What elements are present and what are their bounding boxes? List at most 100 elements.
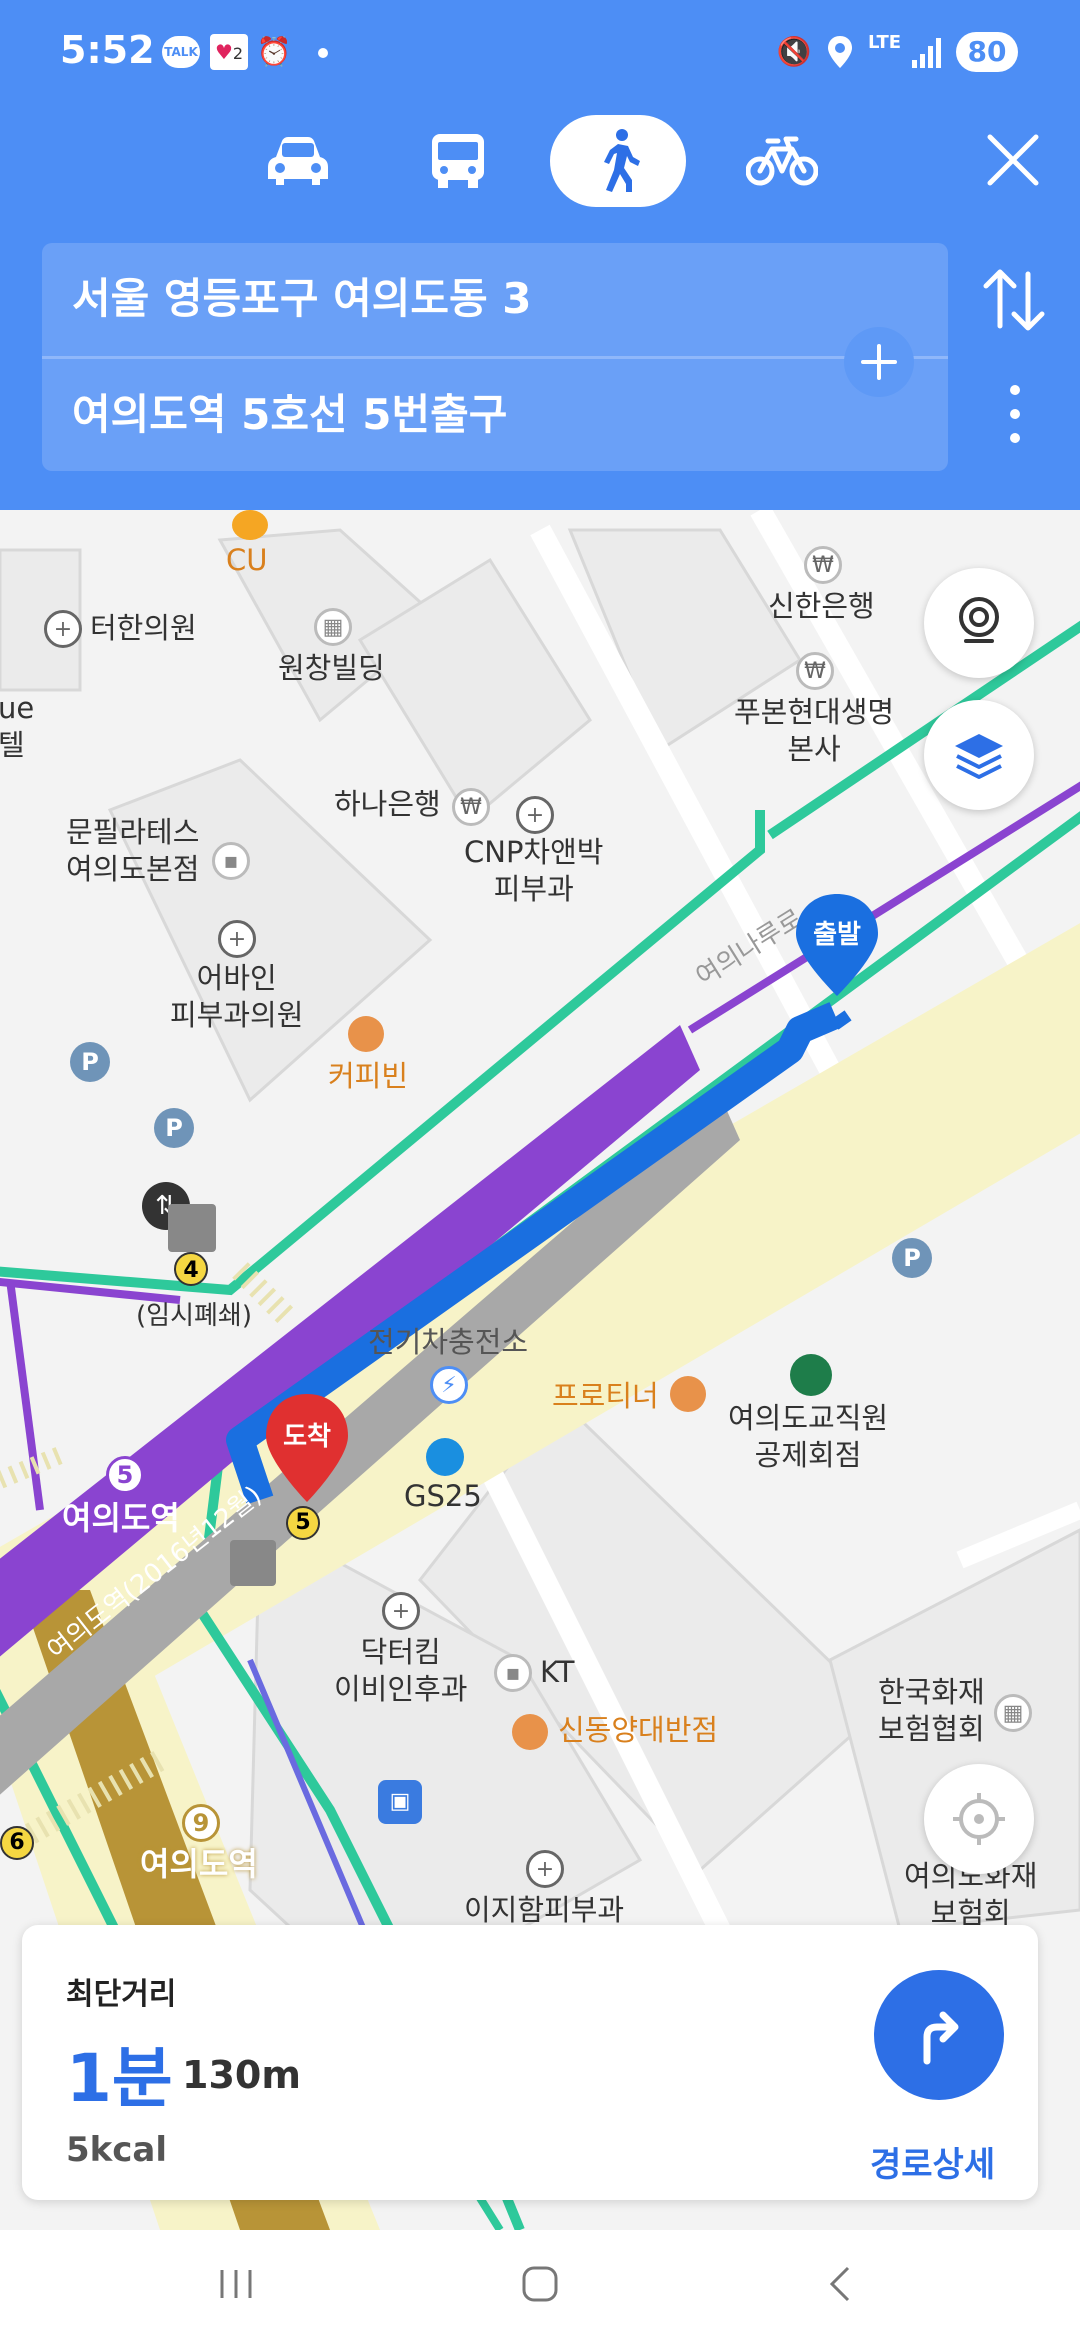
bicycle-mode-button[interactable] — [714, 115, 850, 207]
poi-fubon[interactable]: 푸본현대생명 본사 — [734, 694, 894, 768]
more-options-button[interactable] — [1000, 380, 1030, 450]
poi-pilates[interactable]: 문필라테스 여의도본점 — [66, 814, 199, 888]
street-view-button[interactable] — [924, 568, 1034, 678]
building-icon[interactable]: ▦ — [314, 608, 352, 646]
heart-notification-icon: ♥2 — [210, 34, 248, 70]
route-calories: 5kcal — [66, 2130, 168, 2170]
restaurant-icon[interactable] — [512, 1714, 548, 1750]
poi-sindong[interactable]: 신동양대반점 — [558, 1712, 718, 1749]
signal-icon — [910, 36, 944, 74]
bank-icon[interactable]: ₩ — [804, 546, 842, 584]
current-location-button[interactable] — [924, 1764, 1034, 1874]
poi-cu[interactable]: CU — [226, 542, 267, 579]
transport-mode-bar — [0, 115, 1080, 215]
poi-abain[interactable]: 어바인 피부과의원 — [170, 960, 303, 1034]
building-icon[interactable]: ▦ — [994, 1694, 1032, 1732]
walk-mode-button[interactable] — [550, 115, 686, 207]
status-time: 5:52 — [60, 28, 155, 72]
crosshair-icon — [953, 1793, 1005, 1845]
line5-badge[interactable]: 5 — [106, 1456, 144, 1494]
parking-icon[interactable]: P — [154, 1108, 194, 1148]
place-icon[interactable]: ▪ — [494, 1654, 532, 1692]
plus-icon — [861, 344, 897, 380]
swap-route-button[interactable] — [980, 264, 1048, 336]
mute-icon: 🔇 — [776, 35, 812, 68]
car-icon — [268, 137, 328, 185]
exit-5-badge[interactable]: 5 — [286, 1506, 320, 1540]
car-mode-button[interactable] — [230, 115, 366, 207]
status-bar: 5:52 TALK ♥2 ⏰ 🔇 LTE 80 — [0, 0, 1080, 100]
poi-left-edge: ue 텔 — [0, 691, 35, 762]
cu-store-icon[interactable] — [232, 510, 268, 540]
hospital-icon[interactable]: + — [218, 920, 256, 958]
poi-shinhan[interactable]: 신한은행 — [768, 588, 875, 625]
poi-cnp[interactable]: CNP차앤박 피부과 — [464, 834, 603, 908]
station-yeouido-line9[interactable]: 여의도역 — [140, 1846, 258, 1883]
dot-icon — [318, 48, 328, 58]
end-marker[interactable]: 도착 — [262, 1390, 352, 1506]
hospital-icon[interactable]: + — [526, 1850, 564, 1888]
talk-icon: TALK — [162, 36, 200, 68]
poi-gs25[interactable]: GS25 — [404, 1478, 482, 1515]
coffee-icon[interactable] — [348, 1016, 384, 1052]
close-button[interactable] — [978, 125, 1048, 195]
bus-stop-icon[interactable]: ▣ — [378, 1780, 422, 1824]
poi-teachers-credit[interactable]: 여의도교직원 공제회점 — [728, 1400, 888, 1474]
station-yeouido-line5[interactable]: 여의도역 — [62, 1500, 180, 1537]
hospital-icon[interactable]: + — [382, 1592, 420, 1630]
layers-button[interactable] — [924, 700, 1034, 810]
line9-badge[interactable]: 9 — [182, 1804, 220, 1842]
poi-hana[interactable]: 하나은행 — [334, 786, 441, 823]
route-summary-card[interactable]: 최단거리 1분 130m 5kcal 경로상세 — [22, 1925, 1038, 2200]
restaurant-icon[interactable] — [670, 1376, 706, 1412]
escalator-icon[interactable] — [168, 1204, 216, 1252]
add-waypoint-button[interactable] — [844, 327, 914, 397]
bank-icon[interactable]: ₩ — [796, 652, 834, 690]
poi-kt[interactable]: KT — [540, 1654, 574, 1691]
camera-360-icon — [959, 597, 999, 643]
bus-mode-button[interactable] — [390, 115, 526, 207]
parking-icon[interactable]: P — [892, 1238, 932, 1278]
alarm-icon: ⏰ — [256, 35, 292, 68]
turn-right-arrow-icon — [923, 2011, 959, 2065]
place-icon[interactable]: ▪ — [212, 842, 250, 880]
layers-icon — [955, 734, 1003, 779]
start-marker[interactable]: 출발 — [792, 890, 882, 1000]
exit-6-badge[interactable]: 6 — [0, 1826, 34, 1860]
poi-protini[interactable]: 프로티너 — [552, 1378, 659, 1415]
start-marker-label: 출발 — [813, 920, 861, 950]
poi-clinic[interactable]: 터한의원 — [90, 610, 197, 647]
home-icon — [522, 2266, 558, 2302]
route-distance: 130m — [182, 2053, 301, 2097]
bank-icon[interactable]: ₩ — [452, 788, 490, 826]
hospital-icon[interactable]: + — [44, 610, 82, 648]
poi-wonchang[interactable]: 원창빌딩 — [278, 650, 385, 687]
destination-field[interactable]: 여의도역 5호선 5번출구 — [72, 359, 872, 471]
exit-4-badge[interactable]: 4 — [174, 1252, 208, 1286]
origin-field[interactable]: 서울 영등포구 여의도동 3 — [72, 243, 872, 355]
location-icon — [822, 34, 858, 70]
ev-charging-icon[interactable]: ⚡ — [430, 1366, 468, 1404]
bicycle-icon — [746, 136, 818, 186]
poi-coffeebean[interactable]: 커피빈 — [328, 1058, 408, 1095]
header: 5:52 TALK ♥2 ⏰ 🔇 LTE 80 서울 영등포구 여의도동 3 여… — [0, 0, 1080, 510]
hospital-icon[interactable]: + — [516, 796, 554, 834]
back-button[interactable] — [826, 2264, 856, 2308]
poi-ev-charging[interactable]: 전기차충전소 — [368, 1324, 528, 1361]
gs25-icon[interactable] — [426, 1438, 464, 1476]
back-icon — [829, 2266, 850, 2302]
bus-icon — [432, 134, 484, 188]
parking-icon[interactable]: P — [70, 1042, 110, 1082]
system-nav-bar — [0, 2230, 1080, 2340]
escalator-icon[interactable] — [230, 1540, 276, 1586]
recent-apps-button[interactable] — [216, 2266, 256, 2306]
poi-ijiham[interactable]: 이지함피부과 — [464, 1892, 624, 1929]
starbucks-icon[interactable] — [790, 1354, 832, 1396]
route-detail-button[interactable] — [874, 1970, 1004, 2100]
poi-insurance[interactable]: 한국화재 보험협회 — [878, 1674, 985, 1748]
home-button[interactable] — [520, 2264, 560, 2308]
walk-icon — [604, 129, 640, 192]
route-detail-label[interactable]: 경로상세 — [870, 2137, 995, 2186]
battery-icon: 80 — [956, 32, 1018, 72]
poi-doctorkim[interactable]: 닥터킴 이비인후과 — [334, 1634, 467, 1708]
